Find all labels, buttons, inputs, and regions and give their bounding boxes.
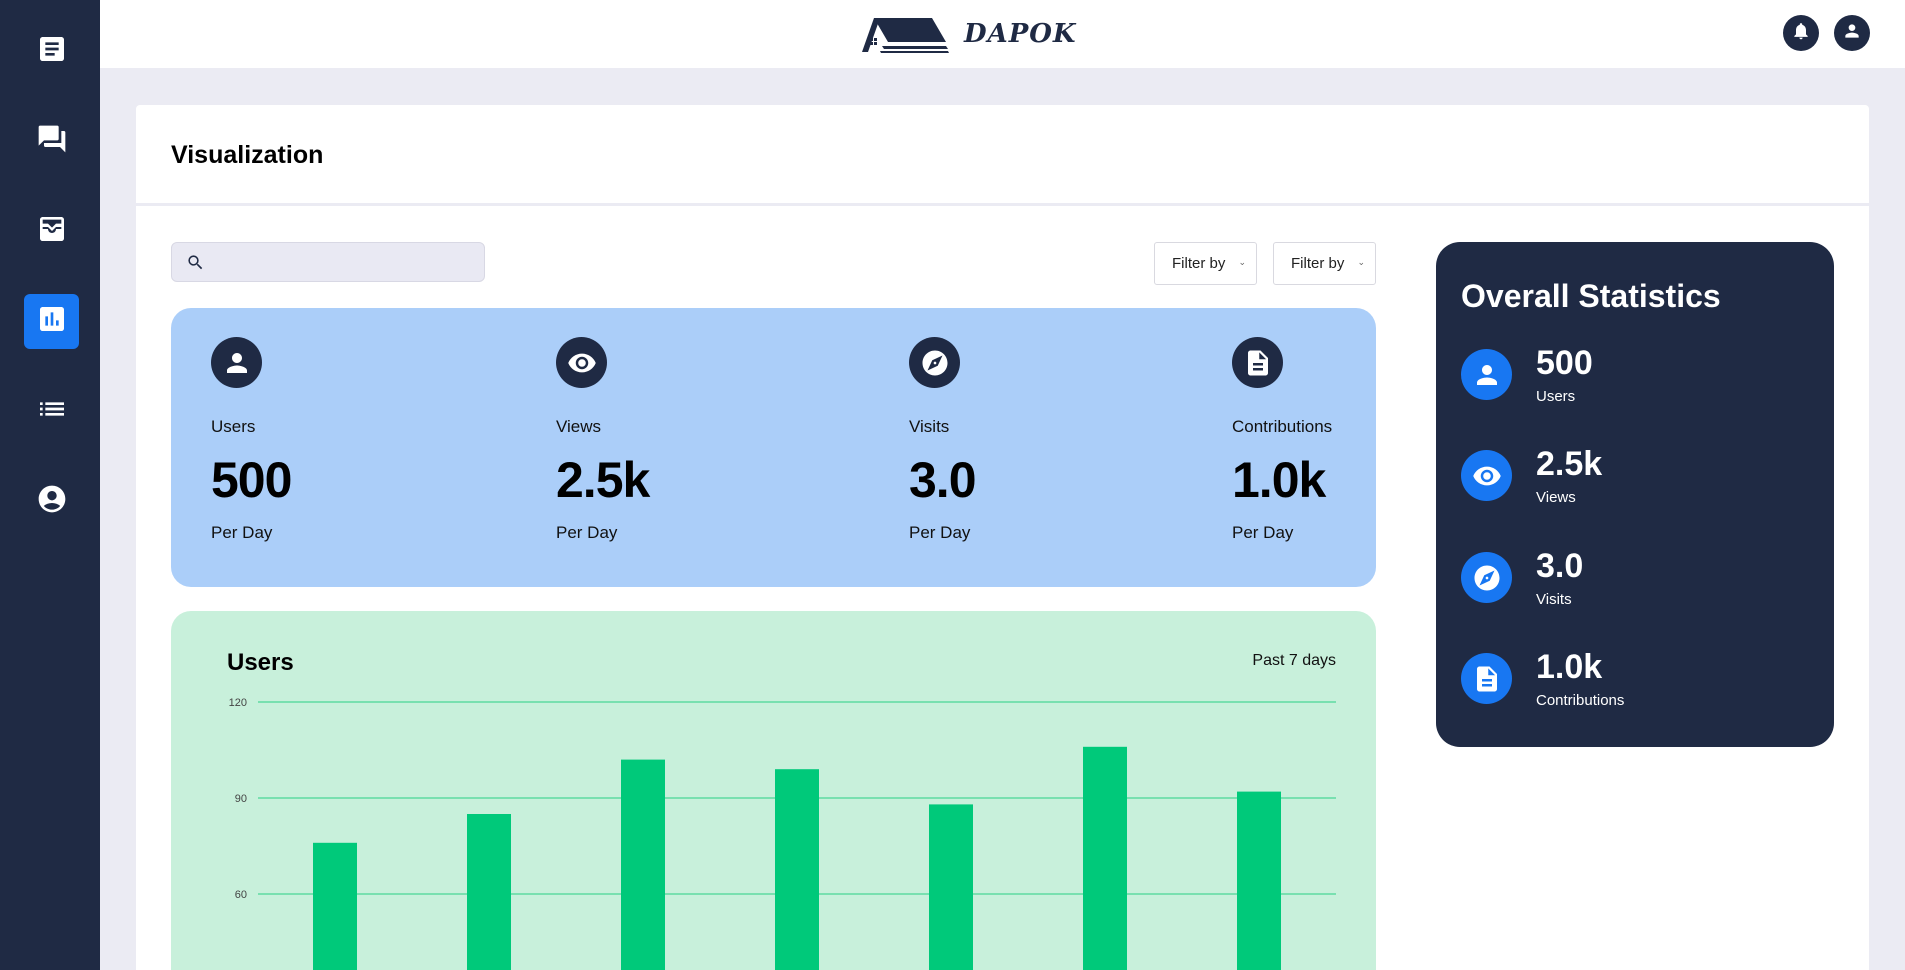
stat-sub: Per Day [556,523,618,542]
document-icon [1461,653,1512,704]
filter-label: Filter by [1172,255,1226,272]
filter-dropdown-2[interactable]: Filter by ⌄ [1273,242,1376,285]
overall-label: Visits [1536,591,1572,608]
stat-sub: Per Day [211,523,273,542]
y-tick-label: 60 [235,889,247,901]
stat-users: Users 500 Per Day [211,337,292,543]
chart-bar[interactable] [929,804,973,970]
stat-visits: Visits 3.0 Per Day [909,337,977,543]
bar-chart-icon [36,303,68,340]
overall-title: Overall Statistics [1461,278,1721,314]
stat-label: Visits [909,417,950,436]
y-tick-label: 90 [235,793,247,805]
chart-bar[interactable] [775,769,819,970]
sidebar-item-documents[interactable] [24,24,79,79]
document-icon [36,33,68,70]
profile-button[interactable] [1834,15,1870,51]
sidebar-item-account[interactable] [24,474,79,529]
overall-value: 1.0k [1536,648,1603,686]
eye-icon [1461,450,1512,501]
overall-value: 500 [1536,344,1593,382]
top-header: DAPOK [100,0,1905,68]
overall-value: 3.0 [1536,547,1584,585]
y-tick-label: 120 [229,697,247,709]
chevron-down-icon: ⌄ [1357,257,1365,267]
chart-bar[interactable] [1237,791,1281,970]
stat-sub: Per Day [1232,523,1294,542]
page-title: Visualization [171,141,324,169]
stat-label: Views [556,417,602,436]
stat-sub: Per Day [909,523,971,542]
stat-value: 1.0k [1232,452,1326,508]
account-icon [36,483,68,520]
chart-title: Users [227,649,294,676]
stat-label: Users [211,417,256,436]
compass-icon [909,337,960,388]
user-icon [1842,21,1862,46]
stat-label: Contributions [1232,417,1333,436]
overall-label: Views [1536,489,1576,506]
inbox-icon [36,213,68,250]
title-bar: Visualization [136,105,1869,206]
logo-mark-icon [862,18,949,53]
overall-label: Users [1536,388,1576,405]
sidebar-item-visualization[interactable] [24,294,79,349]
compass-icon [1461,552,1512,603]
filter-label: Filter by [1291,255,1345,272]
user-icon [211,337,262,388]
logo-text: DAPOK [964,19,1077,49]
sidebar-item-inbox[interactable] [24,204,79,259]
sidebar [0,0,100,970]
overall-label: Contributions [1536,692,1625,709]
stat-views: Views 2.5k Per Day [556,337,650,543]
stat-contributions: Contributions 1.0k Per Day [1232,337,1332,543]
bell-icon [1791,21,1811,46]
overall-statistics-panel: Overall Statistics 500 Users 2.5k Views … [1436,242,1834,747]
chevron-down-icon: ⌄ [1238,257,1246,267]
logo[interactable]: DAPOK [860,13,1077,55]
eye-icon [556,337,607,388]
chart-bar[interactable] [1083,746,1127,970]
stats-card: Users 500 Per Day Views 2.5k Per Day Vis… [171,308,1376,587]
chart-range: Past 7 days [1252,652,1336,669]
stat-value: 3.0 [909,452,977,508]
sidebar-item-list[interactable] [24,384,79,439]
list-icon [36,393,68,430]
notifications-button[interactable] [1783,15,1819,51]
filter-dropdown-1[interactable]: Filter by ⌄ [1154,242,1257,285]
users-chart-card: 60 90 120 Users Past 7 days [171,611,1376,970]
chart-bar[interactable] [467,814,511,970]
chart-bar[interactable] [621,759,665,970]
stat-value: 2.5k [556,452,650,508]
search-input[interactable] [171,242,485,282]
user-icon [1461,349,1512,400]
chat-icon [36,123,68,160]
stat-value: 500 [211,452,292,508]
overall-value: 2.5k [1536,445,1603,483]
chart-bar[interactable] [313,842,357,970]
sidebar-item-chat[interactable] [24,114,79,169]
users-bar-chart: 60 90 120 [229,697,1336,970]
document-icon [1232,337,1283,388]
